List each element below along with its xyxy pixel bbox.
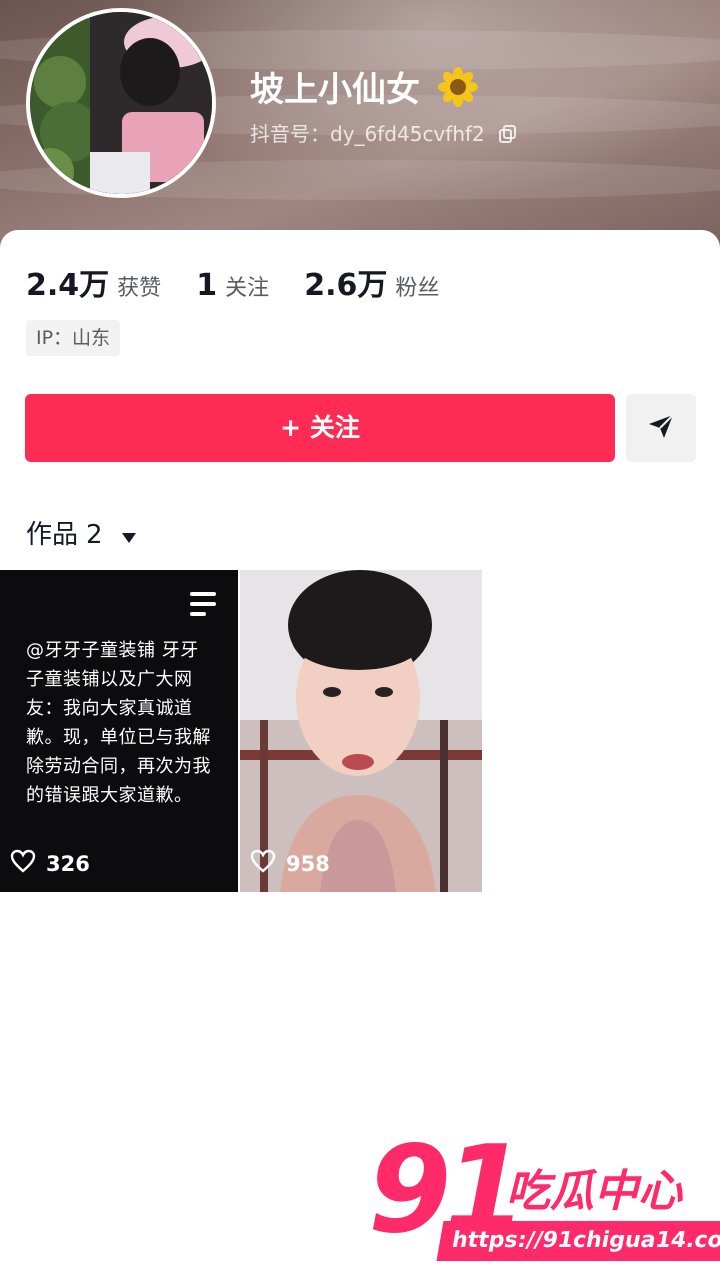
likes-count: 2.4万	[26, 268, 110, 303]
stat-likes[interactable]: 2.4万 获赞	[26, 260, 161, 304]
avatar-image	[30, 12, 212, 194]
following-label: 关注	[225, 276, 270, 301]
heart-icon	[10, 849, 36, 878]
followers-label: 粉丝	[395, 276, 440, 301]
profile-card: 2.4万 获赞 1 关注 2.6万 粉丝 IP：山东 + 关注 作品 2 @牙牙…	[0, 230, 720, 1280]
copy-icon[interactable]	[499, 124, 517, 148]
works-count: 2	[86, 520, 103, 550]
followers-count: 2.6万	[304, 268, 388, 303]
video-tile[interactable]: 958	[240, 570, 482, 892]
user-id: 抖音号：dy_6fd45cvfhf2	[250, 118, 517, 148]
sunflower-icon	[437, 67, 478, 116]
video-thumbnail	[240, 570, 482, 892]
like-count: 958	[250, 849, 330, 878]
works-label: 作品	[26, 520, 79, 550]
watermark-logo: 91 吃瓜中心 https://91chigua14.com	[368, 1121, 720, 1275]
ip-location-tag: IP：山东	[26, 320, 121, 356]
text-post-icon	[190, 592, 216, 620]
video-caption: @牙牙子童装铺 牙牙子童装铺以及广大网友：我向大家真诚道歉。现，单位已与我解除劳…	[26, 640, 211, 806]
heart-icon	[250, 849, 276, 878]
like-count-value: 958	[286, 851, 330, 876]
nickname-text: 坡上小仙女	[250, 70, 420, 110]
user-id-text: 抖音号：dy_6fd45cvfhf2	[250, 122, 485, 146]
video-tile[interactable]: @牙牙子童装铺 牙牙子童装铺以及广大网友：我向大家真诚道歉。现，单位已与我解除劳…	[0, 570, 238, 892]
stats-row: 2.4万 获赞 1 关注 2.6万 粉丝	[26, 260, 469, 304]
share-button[interactable]	[626, 394, 696, 462]
likes-label: 获赞	[117, 276, 162, 301]
stat-followers[interactable]: 2.6万 粉丝	[304, 260, 439, 304]
stat-following[interactable]: 1 关注	[196, 268, 269, 303]
watermark-url: https://91chigua14.com	[436, 1221, 720, 1261]
follow-button[interactable]: + 关注	[25, 394, 615, 462]
like-count-value: 326	[46, 851, 90, 876]
works-tab[interactable]: 作品 2	[26, 514, 137, 551]
profile-cover: 坡上小仙女 抖音号：dy_6fd45cvfhf2	[0, 0, 720, 250]
nickname: 坡上小仙女	[250, 62, 478, 116]
caret-down-icon	[121, 521, 137, 551]
send-icon	[647, 412, 675, 444]
watermark-chinese: 吃瓜中心	[506, 1166, 682, 1217]
like-count: 326	[10, 849, 90, 878]
following-count: 1	[196, 268, 218, 303]
avatar[interactable]	[26, 8, 216, 198]
